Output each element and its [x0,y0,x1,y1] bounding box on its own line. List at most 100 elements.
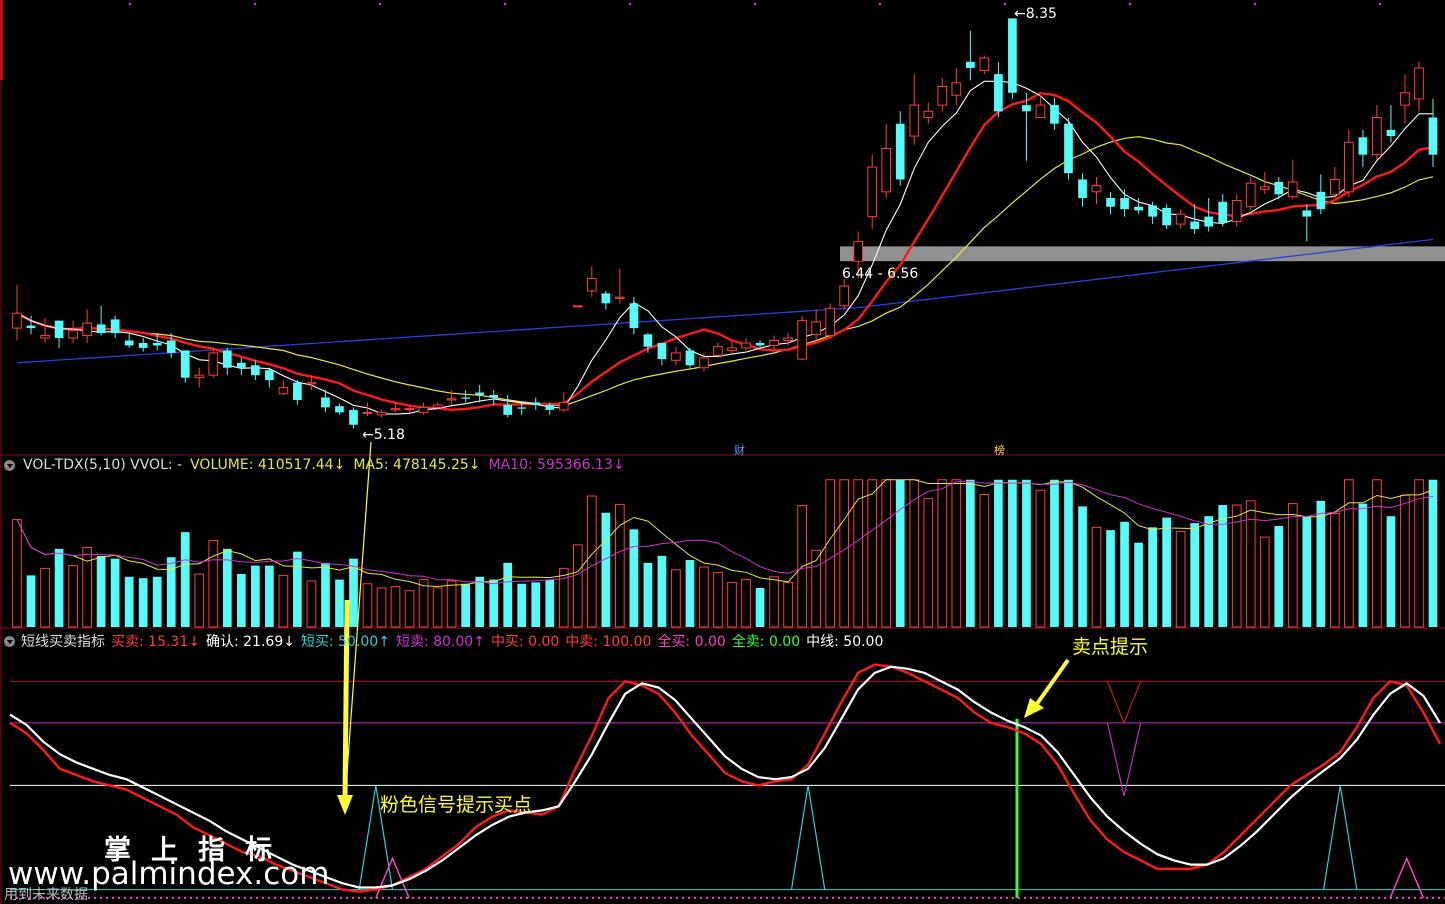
short-sell-value: 短卖: 80.00↑ [395,634,485,650]
volume-bar [586,495,597,628]
buy-signal-spike [1389,856,1425,899]
candle-body [1050,105,1059,124]
volume-bar [1175,531,1186,628]
volume-bar [446,580,457,628]
stock-chart[interactable] [0,0,1445,904]
candle-body [1078,179,1087,199]
candle-body [208,352,219,376]
candle-body [26,325,36,329]
candle-body [1091,185,1102,193]
volume-bar [1064,479,1073,627]
candle-body [727,347,737,351]
volume-bar [293,551,302,627]
volume-bar [741,579,751,628]
candle-body [1358,137,1368,155]
volume-bar [362,583,373,628]
candle-body [1302,210,1312,217]
candle-body [783,337,793,341]
candle-body [1259,186,1270,190]
top-tick [1128,2,1132,6]
candle-body [965,61,975,68]
candle-body [1035,104,1046,119]
candle-body [475,392,485,396]
volume-bar [250,565,260,627]
volume-bar [1162,517,1171,627]
candle-body [194,374,205,379]
indicator-name[interactable]: 短线买卖指标 [21,631,105,651]
all-sell-value: 全卖: 0.00 [731,634,801,650]
candle-body [867,166,878,218]
candle-body [40,335,50,339]
volume-bar [1330,512,1340,628]
volume-bar [278,574,289,628]
volume-bar [1050,479,1059,627]
buy-arrow-shaft [342,599,350,799]
volume-bar [867,479,878,628]
volume-bar [1316,500,1326,627]
candle-body [278,387,289,395]
volume-bar [404,590,415,628]
candle-body [404,408,415,411]
candle-body [265,370,274,381]
candle-body [1245,182,1256,208]
collapse-icon[interactable] [4,635,15,647]
mid-sell-dip [1106,681,1142,725]
candle-body [895,123,905,180]
candle-body [979,57,990,71]
candle-body [713,346,723,356]
candle-body [1316,191,1326,210]
top-tick [878,2,882,6]
candle-body [1175,213,1186,225]
volume-bar [825,479,835,628]
volume-bar [432,587,443,628]
volume-bar [1022,479,1031,627]
volume-bar [1106,530,1115,627]
candle-body [517,407,527,409]
mid-buy-value: 中买: 0.00 [490,634,560,650]
candle-body [1372,117,1382,156]
candle-body [1148,205,1157,217]
volume-bar [979,493,990,628]
candle-body [839,285,850,307]
candle-body [909,104,920,137]
volume-bar [349,558,358,627]
top-tick [253,2,257,6]
ranking-marker[interactable]: 榜 [994,442,1005,458]
collapse-icon[interactable] [4,459,15,471]
candle-body [461,397,470,399]
volume-indicator-name[interactable]: VOL-TDX(5,10) VVOL: - [23,457,182,473]
volume-bar [96,555,106,627]
candle-body [222,350,232,368]
finance-marker[interactable]: 财 [734,442,745,458]
volume-bar [265,565,274,627]
candle-body [1400,92,1410,106]
volume-bar [335,579,344,627]
candle-body [1022,105,1031,112]
candle-body [1344,141,1354,193]
all-buy-value: 全买: 0.00 [657,634,726,650]
candle-body [699,357,709,369]
candle-body [657,342,667,360]
volume-bar [1120,521,1129,627]
volume-bar [194,573,205,628]
volume-bar [376,587,387,628]
candle-body [418,406,429,413]
candle-body [1386,129,1396,137]
volume-bar [517,583,527,627]
volume-bar [82,546,92,628]
volume-bar [1204,516,1214,627]
volume-bar [531,582,541,627]
short-buy-spike [790,785,826,890]
candle-body [853,240,864,262]
volume-bar [1414,479,1424,628]
volume-bar [965,479,975,627]
volume-bar [1274,525,1284,627]
volume-bar [1035,489,1046,628]
volume-bar [994,479,1003,627]
candle-body [769,340,779,346]
volume-bar [1287,503,1298,628]
volume-bar [671,569,681,628]
top-tick [753,2,757,6]
candle-body [1120,198,1129,210]
candle-body [1330,178,1340,195]
